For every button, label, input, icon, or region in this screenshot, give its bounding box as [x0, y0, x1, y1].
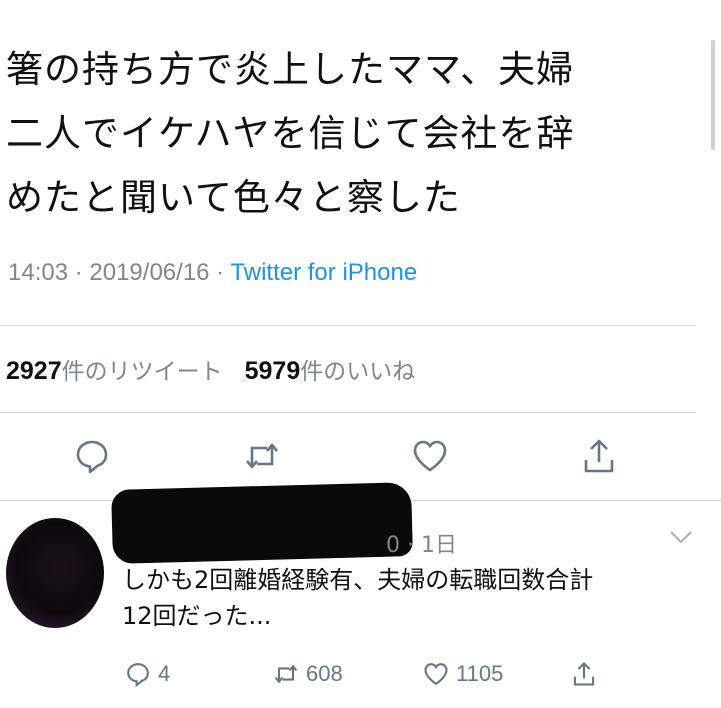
- chevron-down-icon[interactable]: [668, 528, 694, 550]
- retweets-count: 2927: [6, 357, 62, 385]
- meta-separator: ·: [68, 259, 90, 286]
- scrollbar[interactable]: [711, 40, 715, 150]
- reply-retweet-button[interactable]: 608: [272, 656, 343, 692]
- meta-separator: ·: [209, 259, 231, 286]
- divider: [0, 412, 696, 413]
- tweet-client-link[interactable]: Twitter for iPhone: [230, 259, 417, 286]
- reply-icon: [76, 440, 108, 474]
- redacted-username: [111, 482, 413, 564]
- share-icon: [573, 662, 595, 686]
- reply-button[interactable]: [70, 434, 114, 478]
- reply-reply-button[interactable]: 4: [124, 656, 170, 692]
- likes-stat[interactable]: 5979件のいいね: [244, 357, 416, 385]
- share-icon: [584, 439, 614, 473]
- like-button[interactable]: [408, 434, 452, 478]
- tweet-time: 14:03: [8, 259, 69, 286]
- retweet-icon: [246, 443, 278, 469]
- tweet-meta: 14:03 · 2019/06/16 · Twitter for iPhone: [8, 259, 417, 287]
- heart-icon: [424, 663, 448, 686]
- share-button[interactable]: [577, 434, 621, 478]
- retweets-label: 件のリツイート: [61, 359, 223, 385]
- likes-label: 件のいいね: [300, 359, 416, 385]
- retweet-button[interactable]: [240, 434, 284, 478]
- divider: [0, 325, 696, 326]
- reply-time: 0 · 1日: [386, 533, 457, 558]
- reply-icon: [127, 663, 149, 688]
- retweets-stat[interactable]: 2927件のリツイート: [6, 357, 223, 385]
- like-count: 1105: [456, 661, 504, 686]
- reply-text: しかも2回離婚経験有、夫婦の転職回数合計 12回だった...: [122, 566, 594, 630]
- tweet-text: 箸の持ち方で炎上したママ、夫婦 二人でイケハヤを信じて会社を辞 めたと聞いて色々…: [6, 48, 575, 219]
- retweet-icon: [274, 664, 298, 684]
- likes-count: 5979: [244, 357, 301, 385]
- heart-icon: [413, 440, 447, 472]
- reply-share-button[interactable]: [570, 656, 598, 692]
- tweet-date: 2019/06/16: [89, 259, 210, 286]
- reply-count: 4: [158, 661, 171, 686]
- reply-like-button[interactable]: 1105: [422, 656, 503, 692]
- tweet-stats: 2927件のリツイート 5979件のいいね: [6, 352, 415, 386]
- avatar[interactable]: [6, 518, 104, 628]
- retweet-count: 608: [306, 661, 343, 686]
